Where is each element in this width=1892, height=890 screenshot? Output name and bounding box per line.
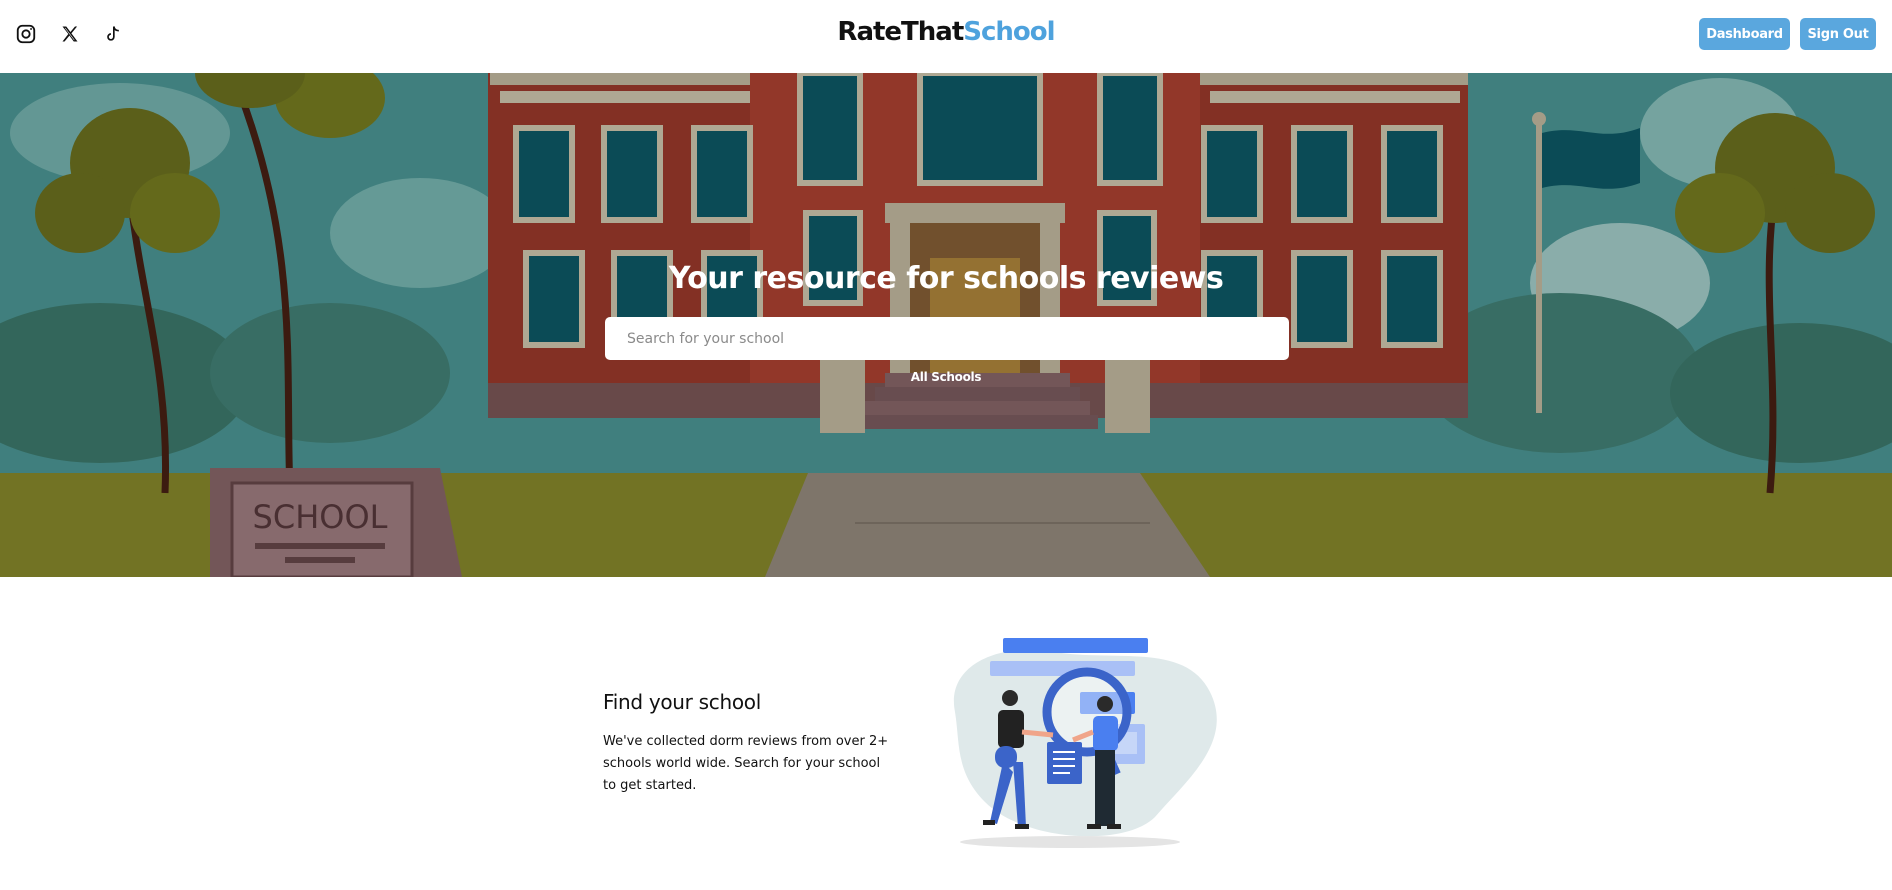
sign-out-button[interactable]: Sign Out: [1800, 18, 1876, 50]
feature-title: Find your school: [603, 690, 761, 714]
site-logo[interactable]: RateThatSchool: [0, 17, 1892, 47]
hero-banner: SCHOOL Your resource for schools reviews…: [0, 73, 1892, 577]
school-search-input[interactable]: [605, 317, 1289, 360]
logo-part-school: School: [963, 17, 1055, 47]
feature-description: We've collected dorm reviews from over 2…: [603, 734, 889, 793]
site-header: RateThatSchool Dashboard Sign Out: [0, 0, 1892, 73]
logo-part-ratethat: RateThat: [837, 17, 964, 47]
all-schools-link[interactable]: All Schools: [0, 370, 1892, 384]
hero-title: Your resource for schools reviews: [668, 261, 1224, 296]
search-illustration: [953, 638, 1217, 848]
dashboard-button[interactable]: Dashboard: [1699, 18, 1790, 50]
